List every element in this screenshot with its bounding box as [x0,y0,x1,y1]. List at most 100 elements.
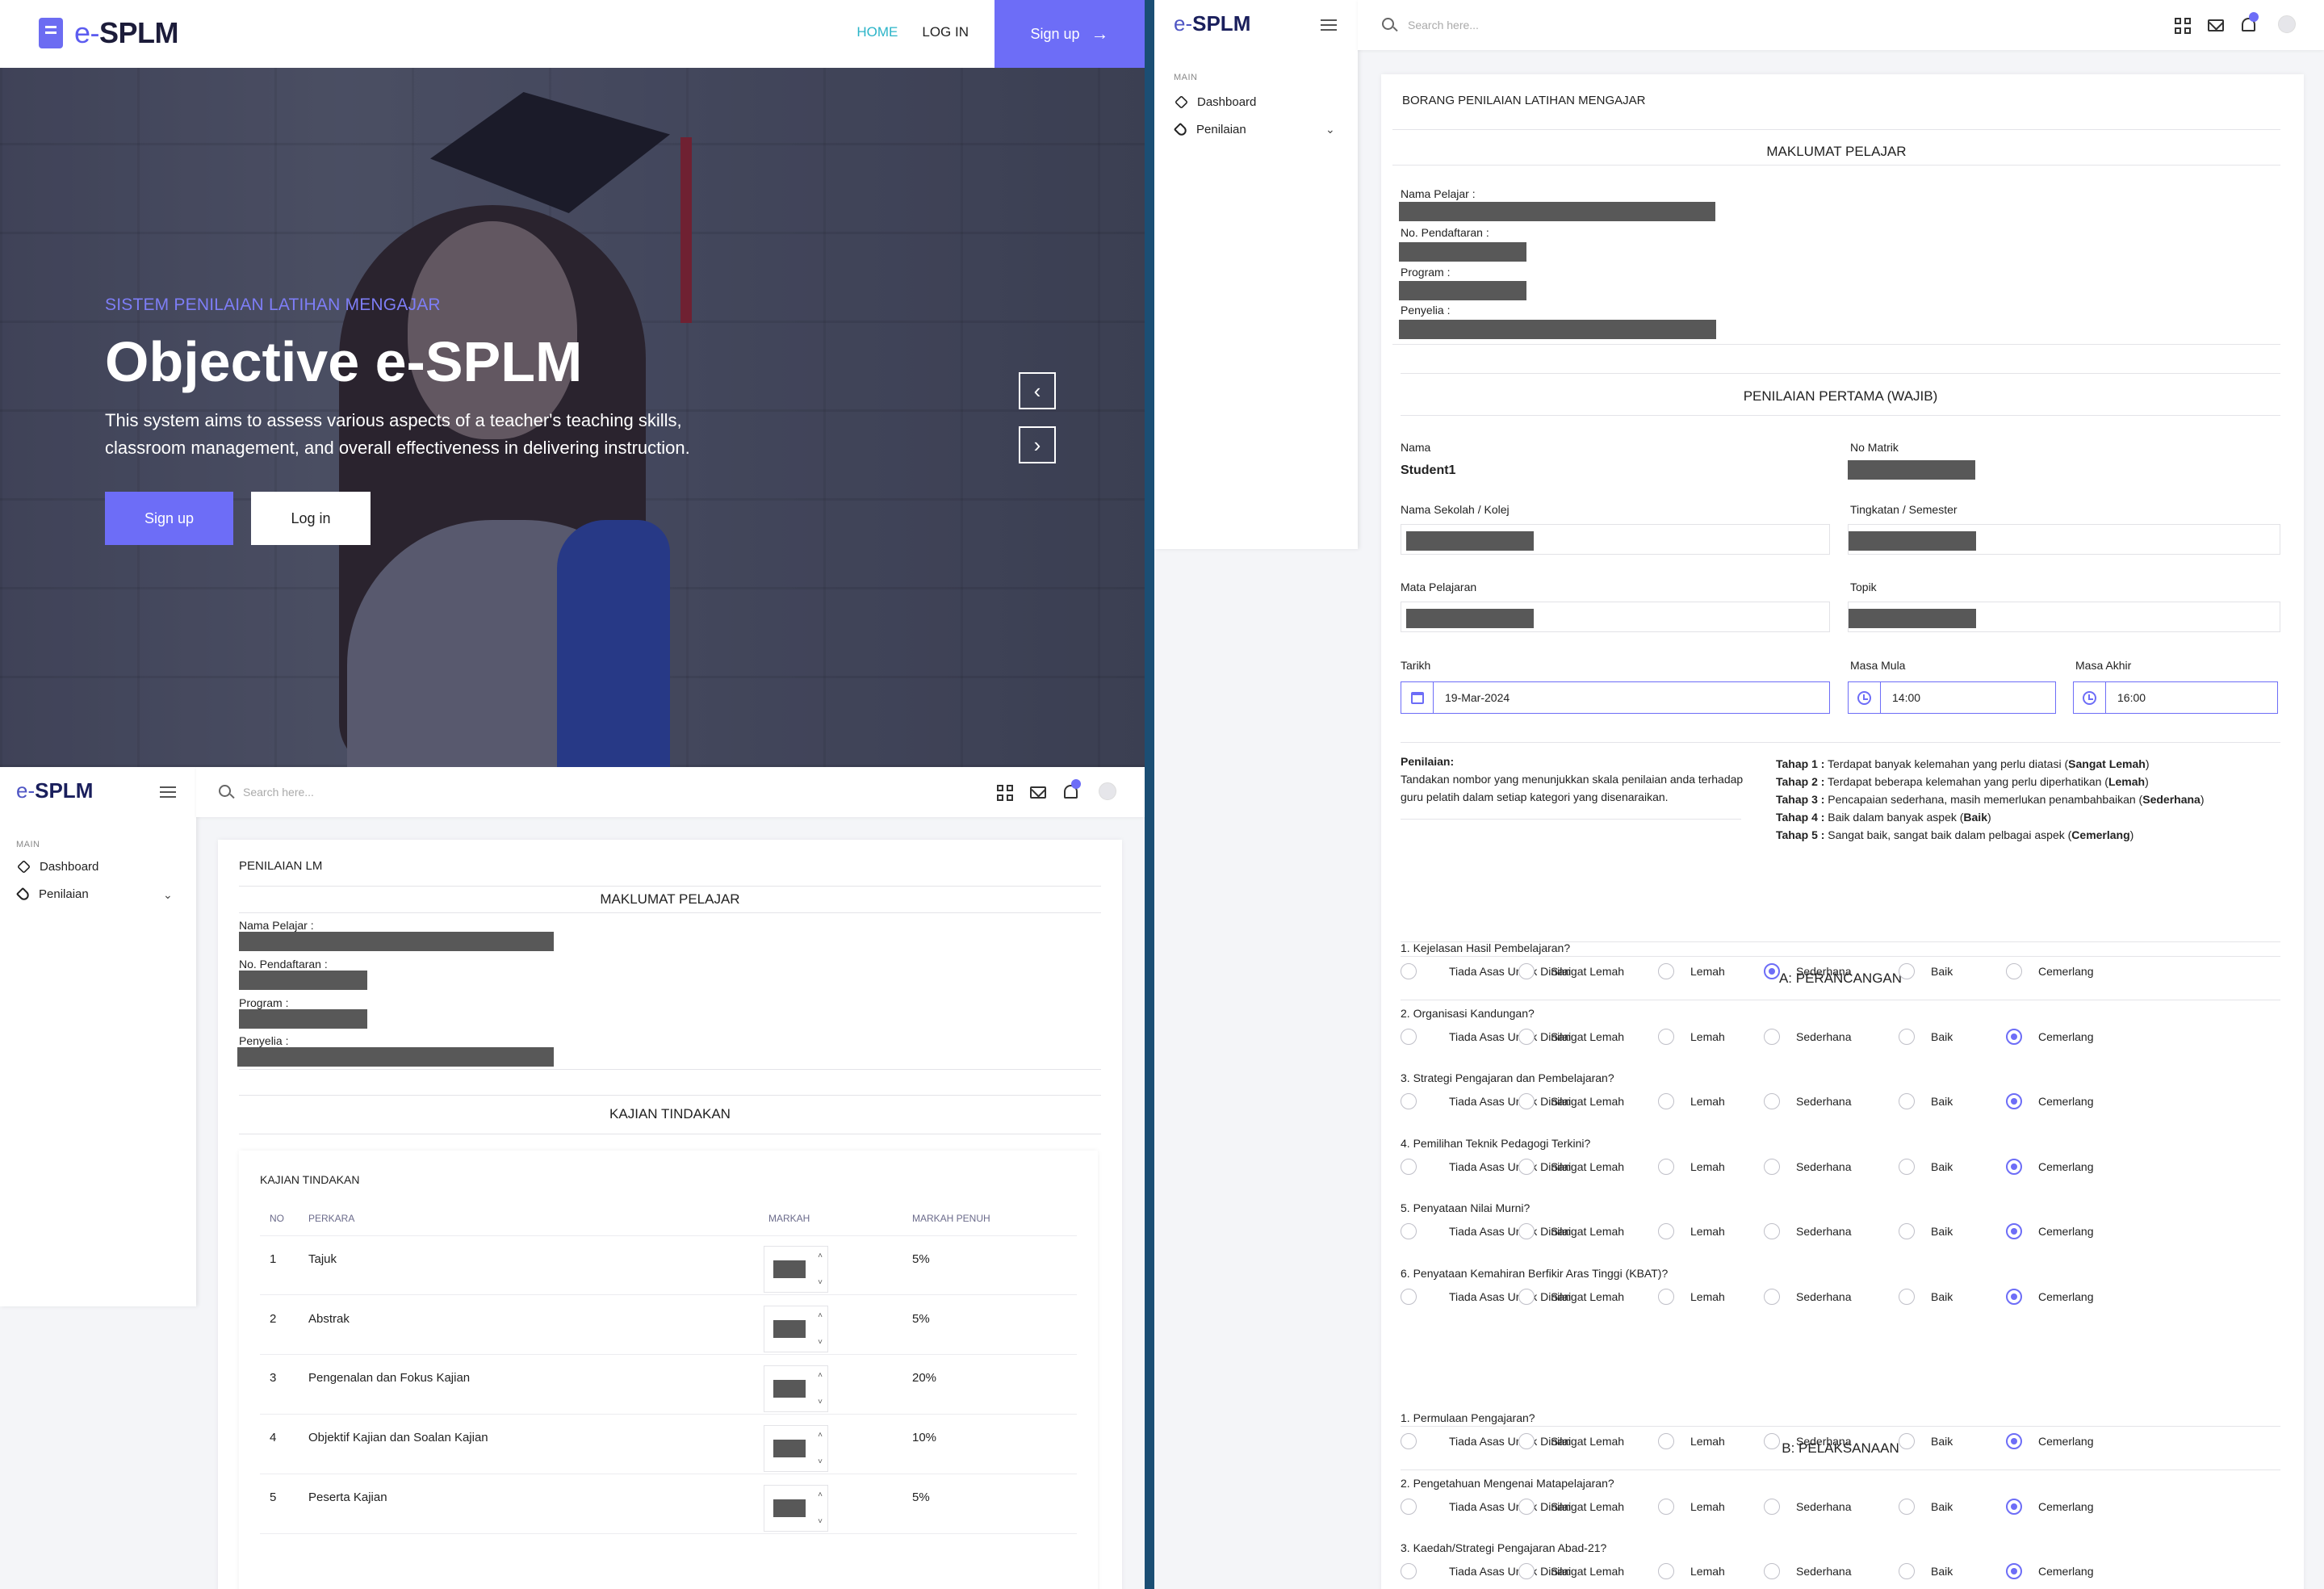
chevron-down-icon[interactable]: ⌄ [1325,123,1335,136]
caret-up-icon[interactable]: ˄ [818,1431,823,1440]
rating-radio[interactable] [1899,1028,1915,1045]
sidebar-item-dashboard[interactable]: Dashboard [1175,95,1256,109]
rating-radio[interactable] [2006,1433,2022,1449]
rating-radio[interactable] [1899,1223,1915,1239]
rating-radio[interactable] [1401,1223,1417,1239]
rating-radio[interactable] [2006,1563,2022,1579]
rating-radio[interactable] [1764,1028,1780,1045]
rating-radio[interactable] [1764,1093,1780,1109]
nav-home-link[interactable]: HOME [856,24,898,40]
nav-login-link[interactable]: LOG IN [922,24,969,40]
rating-radio[interactable] [2006,1028,2022,1045]
masa-akhir-time-picker[interactable]: 16:00 [2073,681,2278,714]
rating-radio[interactable] [1401,963,1417,979]
sekolah-field[interactable] [1401,524,1830,555]
rating-radio[interactable] [1518,1093,1535,1109]
rating-radio[interactable] [2006,963,2022,979]
rating-radio[interactable] [1658,1158,1674,1175]
rating-radio[interactable] [1764,1223,1780,1239]
rating-radio[interactable] [1899,1498,1915,1515]
mata-pelajaran-field[interactable] [1401,602,1830,632]
rating-radio[interactable] [1518,1433,1535,1449]
rating-radio[interactable] [1401,1563,1417,1579]
caret-up-icon[interactable]: ˄ [818,1490,823,1499]
rating-radio[interactable] [1518,963,1535,979]
rating-radio[interactable] [1899,1563,1915,1579]
hamburger-icon[interactable] [1321,19,1337,31]
mail-icon[interactable] [1030,786,1046,799]
rating-radio[interactable] [1899,1158,1915,1175]
nav-signup-button[interactable]: Sign up → [995,0,1145,68]
rating-radio[interactable] [1899,1093,1915,1109]
rating-radio[interactable] [1764,1158,1780,1175]
caret-down-icon[interactable]: ˅ [818,1517,823,1526]
markah-stepper[interactable]: ˄ ˅ [764,1485,828,1532]
avatar[interactable] [2278,15,2296,33]
rating-radio[interactable] [1401,1158,1417,1175]
sidebar-item-penilaian[interactable]: Penilaian [1173,122,1246,137]
rating-radio[interactable] [1764,963,1780,979]
rating-radio[interactable] [1518,1498,1535,1515]
rating-radio[interactable] [1658,1288,1674,1305]
rating-radio[interactable] [1401,1093,1417,1109]
caret-up-icon[interactable]: ˄ [818,1251,823,1260]
markah-stepper[interactable]: ˄ ˅ [764,1306,828,1352]
markah-stepper[interactable]: ˄ ˅ [764,1425,828,1472]
landing-brand[interactable]: e-SPLM [39,16,179,50]
sidebar-brand[interactable]: e-SPLM [1174,11,1250,36]
tingkatan-field[interactable] [1848,524,2280,555]
hamburger-icon[interactable] [160,786,176,798]
rating-radio[interactable] [1401,1433,1417,1449]
rating-radio[interactable] [1899,1288,1915,1305]
chevron-down-icon[interactable]: ⌄ [163,888,173,902]
rating-radio[interactable] [1658,1028,1674,1045]
rating-radio[interactable] [1518,1288,1535,1305]
sidebar-brand[interactable]: e-SPLM [16,778,93,803]
rating-radio[interactable] [1658,1093,1674,1109]
rating-radio[interactable] [1518,1223,1535,1239]
caret-up-icon[interactable]: ˄ [818,1311,823,1320]
apps-grid-icon[interactable] [2175,18,2191,34]
caret-up-icon[interactable]: ˄ [818,1371,823,1380]
rating-radio[interactable] [1764,1563,1780,1579]
rating-radio[interactable] [1518,1028,1535,1045]
caret-down-icon[interactable]: ˅ [818,1457,823,1466]
rating-radio[interactable] [2006,1498,2022,1515]
rating-radio[interactable] [2006,1223,2022,1239]
caret-down-icon[interactable]: ˅ [818,1278,823,1287]
hero-signup-button[interactable]: Sign up [105,492,233,545]
search-input[interactable] [1408,16,1650,34]
rating-radio[interactable] [1658,963,1674,979]
apps-grid-icon[interactable] [997,785,1013,801]
tarikh-date-picker[interactable]: 19-Mar-2024 [1401,681,1830,714]
sidebar-item-dashboard[interactable]: Dashboard [17,860,98,874]
markah-stepper[interactable]: ˄ ˅ [764,1365,828,1412]
avatar[interactable] [1099,782,1116,800]
rating-radio[interactable] [1658,1498,1674,1515]
hero-login-button[interactable]: Log in [251,492,371,545]
rating-radio[interactable] [1658,1563,1674,1579]
rating-radio[interactable] [2006,1093,2022,1109]
rating-radio[interactable] [1518,1158,1535,1175]
rating-radio[interactable] [1518,1563,1535,1579]
rating-radio[interactable] [1764,1433,1780,1449]
sidebar-item-penilaian[interactable]: Penilaian [15,887,89,902]
search-input[interactable] [243,783,485,801]
carousel-prev-button[interactable]: ‹ [1019,372,1056,409]
caret-down-icon[interactable]: ˅ [818,1398,823,1407]
mail-icon[interactable] [2208,19,2224,31]
rating-radio[interactable] [1658,1223,1674,1239]
topik-field[interactable] [1848,602,2280,632]
caret-down-icon[interactable]: ˅ [818,1338,823,1347]
rating-radio[interactable] [2006,1288,2022,1305]
rating-radio[interactable] [1401,1288,1417,1305]
rating-radio[interactable] [1899,963,1915,979]
rating-radio[interactable] [2006,1158,2022,1175]
rating-radio[interactable] [1899,1433,1915,1449]
carousel-next-button[interactable]: › [1019,426,1056,463]
markah-stepper[interactable]: ˄ ˅ [764,1246,828,1293]
rating-radio[interactable] [1401,1498,1417,1515]
masa-mula-time-picker[interactable]: 14:00 [1848,681,2056,714]
rating-radio[interactable] [1764,1498,1780,1515]
rating-radio[interactable] [1764,1288,1780,1305]
